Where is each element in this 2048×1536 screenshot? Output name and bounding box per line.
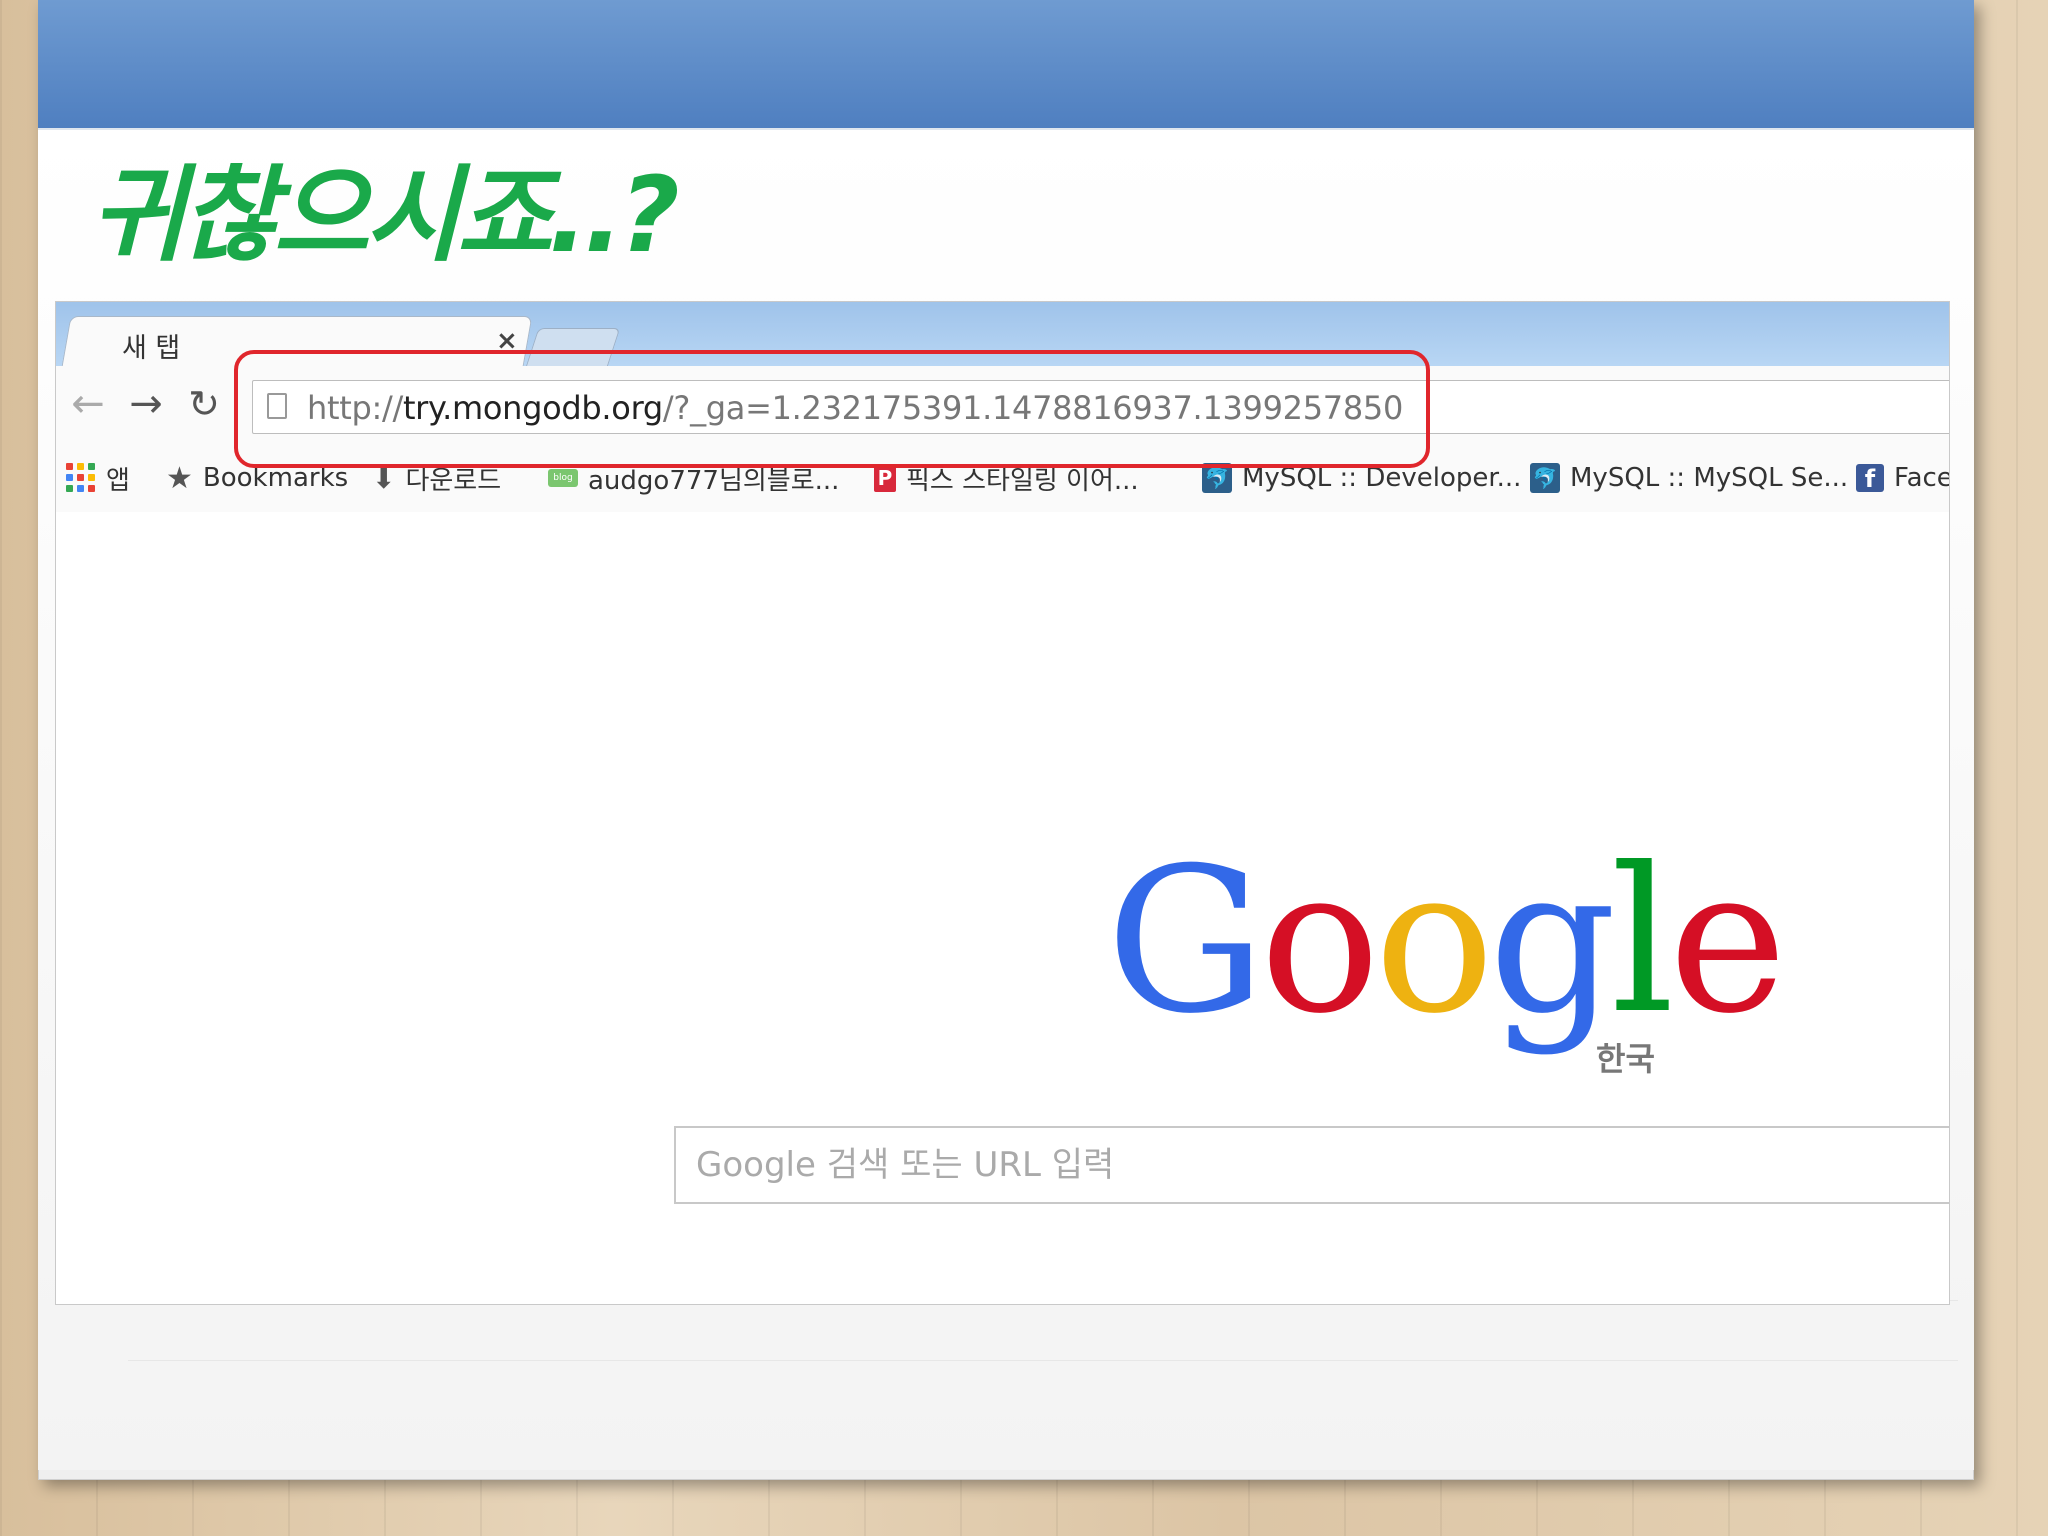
- apps-grid-icon: [66, 463, 96, 493]
- bookmark-label: Face: [1894, 463, 1949, 493]
- logo-letter: e: [1668, 825, 1787, 1058]
- reload-button[interactable]: ↻: [180, 380, 228, 428]
- logo-region-label: 한국: [1596, 1040, 1655, 1078]
- pix-icon: P: [874, 464, 896, 492]
- back-button[interactable]: ←: [64, 380, 112, 428]
- new-tab-page: Google 한국: [56, 512, 1949, 1304]
- logo-letter: g: [1488, 825, 1617, 1058]
- search-input[interactable]: [676, 1128, 1949, 1202]
- mysql-icon: 🐬: [1530, 463, 1560, 493]
- star-icon: ★: [166, 460, 193, 496]
- bookmark-label: MySQL :: MySQL Se...: [1570, 463, 1849, 493]
- ruled-line: [128, 1360, 1958, 1361]
- logo-letter: G: [1106, 825, 1266, 1058]
- notebook-top-band: [38, 0, 1974, 128]
- bookmark-facebook[interactable]: f Face: [1856, 460, 1949, 496]
- logo-letter: l: [1610, 825, 1675, 1058]
- bookmark-mysql-server[interactable]: 🐬 MySQL :: MySQL Se...: [1530, 460, 1848, 496]
- blog-icon: blog: [548, 469, 578, 487]
- highlight-annotation-box: [234, 350, 1430, 468]
- search-box[interactable]: [674, 1126, 1949, 1204]
- google-logo: Google: [1106, 825, 1787, 1058]
- logo-letter: o: [1374, 825, 1494, 1058]
- logo-letter: o: [1259, 825, 1380, 1058]
- facebook-icon: f: [1856, 464, 1884, 493]
- handwritten-annotation: 귀찮으시죠..?: [90, 154, 680, 276]
- tab-title: 새 탭: [122, 333, 181, 364]
- bookmark-label: 앱: [106, 465, 130, 496]
- bookmark-apps[interactable]: 앱: [66, 460, 130, 496]
- forward-button[interactable]: →: [122, 380, 170, 428]
